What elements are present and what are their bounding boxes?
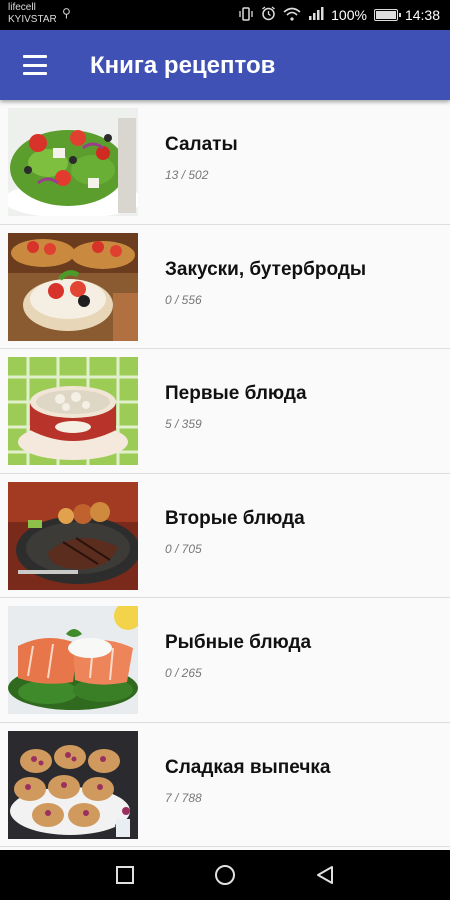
list-item-fish[interactable]: Рыбные блюда 0 / 265 (0, 598, 450, 723)
status-icons: 100% 14:38 (238, 0, 440, 30)
salmon-photo (8, 606, 138, 714)
home-icon[interactable] (214, 864, 236, 886)
page-title: Книга рецептов (90, 52, 276, 79)
list-item-salads[interactable]: Салаты 13 / 502 (0, 100, 450, 225)
signal-icon (308, 6, 324, 24)
usb-icon: ⚲ (62, 6, 71, 20)
category-list[interactable]: Салаты 13 / 502 Закуски, бутерброды 0 / … (0, 100, 450, 850)
app-bar: Книга рецептов (0, 30, 450, 100)
carrier-label: lifecell KYIVSTAR (8, 2, 57, 26)
muffins-photo (8, 730, 138, 839)
salad-photo (8, 108, 138, 216)
sandwiches-photo (8, 232, 138, 341)
category-count: 13 / 502 (165, 168, 209, 182)
category-title: Вторые блюда (165, 507, 305, 529)
category-title: Первые блюда (165, 383, 307, 404)
battery-percent: 100% (331, 7, 367, 23)
category-title: Салаты (165, 134, 238, 155)
recent-apps-icon[interactable] (114, 864, 136, 886)
alarm-icon (261, 6, 276, 24)
steak-photo (8, 481, 138, 590)
category-count: 7 / 788 (165, 790, 202, 805)
list-item-first-courses[interactable]: Первые блюда 5 / 359 (0, 349, 450, 474)
category-title: Рыбные блюда (165, 632, 312, 653)
clock: 14:38 (404, 7, 440, 23)
list-item-snacks[interactable]: Закуски, бутерброды 0 / 556 (0, 225, 450, 349)
carrier-name-2: KYIVSTAR (8, 14, 57, 25)
carrier-name-1: lifecell (8, 2, 36, 13)
wifi-icon (283, 7, 301, 24)
status-bar: lifecell KYIVSTAR ⚲ 100% 14:38 (0, 0, 450, 30)
category-count: 0 / 705 (165, 541, 202, 556)
soup-photo (8, 357, 138, 465)
hamburger-menu-icon[interactable] (18, 52, 52, 78)
list-item-main-courses[interactable]: Вторые блюда 0 / 705 (0, 474, 450, 598)
category-title: Сладкая выпечка (165, 756, 331, 778)
back-icon[interactable] (314, 864, 336, 886)
category-count: 0 / 556 (165, 292, 202, 307)
system-nav-bar (0, 850, 450, 900)
category-count: 5 / 359 (165, 417, 202, 431)
battery-icon (373, 9, 401, 21)
category-title: Закуски, бутерброды (165, 258, 367, 280)
category-count: 0 / 265 (165, 666, 202, 680)
list-item-pastry[interactable]: Сладкая выпечка 7 / 788 (0, 723, 450, 847)
vibrate-icon (238, 6, 254, 24)
